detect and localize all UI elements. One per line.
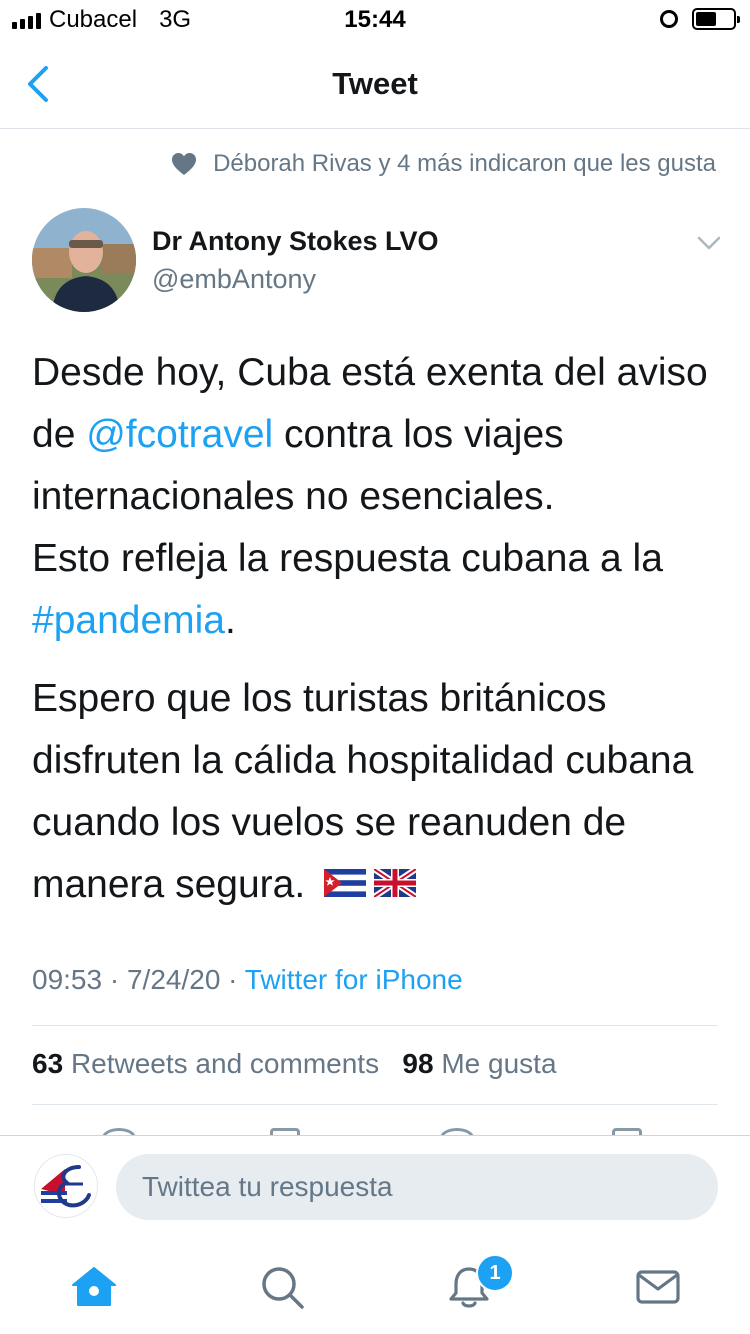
tab-bar [0,1241,750,1334]
user-avatar[interactable] [34,1154,98,1218]
tweet-paragraph-1: Desde hoy, Cuba está exenta del aviso de… [32,342,732,652]
tweet-date: 7/24/20 [126,964,221,995]
alarm-icon [660,10,678,28]
battery-icon [692,8,740,30]
retweets-stat[interactable]: 63 Retweets and comments [32,1048,379,1079]
social-context-text: Déborah Rivas y 4 más indicaron que les … [213,150,716,177]
page-title: Tweet [332,66,418,101]
author-handle[interactable]: @embAntony [152,264,316,295]
likes-label: Me gusta [441,1048,557,1079]
reply-input[interactable] [116,1154,718,1220]
status-right [660,8,740,30]
tweet-paragraph-2: Espero que los turistas británicos disfr… [32,668,732,916]
likes-count: 98 [402,1048,434,1079]
nav-bar: Tweet [0,40,750,129]
hashtag-link[interactable]: #pandemia [32,599,225,642]
mention-link[interactable]: @fcotravel [86,413,273,456]
tweet-source-link[interactable]: Twitter for iPhone [245,964,463,995]
author-photo [32,208,136,312]
divider [32,1104,718,1105]
tweet-stats: 63 Retweets and comments 98 Me gusta [32,1048,557,1080]
likes-stat[interactable]: 98 Me gusta [402,1048,556,1079]
author-avatar[interactable] [32,208,136,312]
home-icon[interactable] [70,1263,118,1311]
tweet-text-segment: . [224,599,236,642]
heart-icon [172,153,197,175]
uk-flag-icon [374,868,416,897]
cuba-flag-icon [324,868,366,897]
tweet-text-segment: Esto refleja la respuesta cubana a la [32,537,663,580]
tweet-time: 09:53 [32,964,103,995]
tweet-actions [0,1122,750,1136]
retweets-label: Retweets and comments [70,1048,380,1079]
chevron-down-icon[interactable] [696,234,722,252]
author-name[interactable]: Dr Antony Stokes LVO [152,226,439,257]
retweets-count: 63 [32,1048,64,1079]
social-context[interactable]: Déborah Rivas y 4 más indicaron que les … [171,150,716,178]
user-logo-icon [35,1155,97,1217]
mail-icon[interactable] [634,1263,682,1311]
tweet-text: Desde hoy, Cuba está exenta del aviso de… [32,342,732,916]
divider [32,1025,718,1026]
status-bar: Cubacel 3G 15:44 [0,0,750,40]
separator: · [220,964,245,995]
status-time: 15:44 [344,6,406,33]
notifications-badge: 1 [476,1254,514,1292]
tweet-meta: 09:53 · 7/24/20 · Twitter for iPhone [32,964,463,996]
search-icon[interactable] [258,1263,306,1311]
separator: · [102,964,127,995]
reply-bar [0,1135,750,1242]
